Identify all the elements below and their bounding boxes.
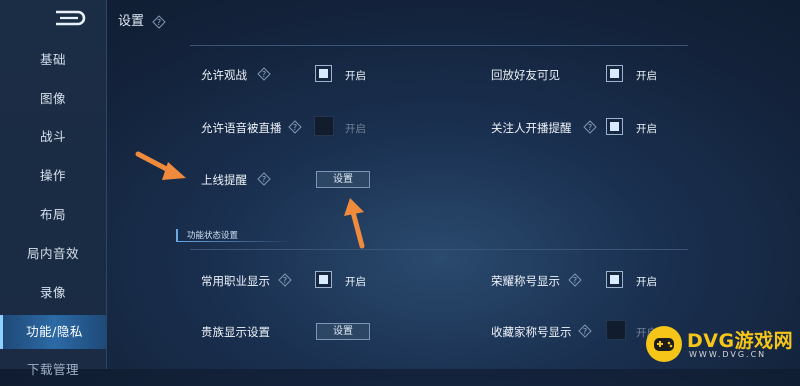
allow-spectate-checkbox[interactable] [315,65,332,82]
common-role-label: 常用职业显示 [201,274,270,288]
help-icon[interactable]: ? [578,324,592,338]
voice-broadcast-checkbox[interactable] [314,116,334,136]
svg-text:?: ? [573,276,577,285]
replay-friends-state: 开启 [636,70,657,82]
section-underline [176,241,294,242]
back-icon[interactable] [52,8,86,28]
sidebar-item-layout[interactable]: 布局 [0,199,106,231]
follow-live-state: 开启 [636,123,657,135]
svg-text:?: ? [262,70,266,79]
gamepad-logo-icon [646,326,682,362]
sidebar-item-basic[interactable]: 基础 [0,44,106,76]
online-reminder-settings-button[interactable]: 设置 [316,171,370,188]
page-title-text: 设置 [118,14,145,29]
svg-text:?: ? [157,18,161,27]
watermark-logo: DVG游戏网 WWW.DVG.CN [645,324,795,364]
help-icon[interactable]: ? [257,67,271,81]
honor-title-checkbox[interactable] [606,271,623,288]
sidebar-item-replay[interactable]: 录像 [0,277,106,309]
help-icon[interactable]: ? [568,273,582,287]
honor-title-label: 荣耀称号显示 [491,274,560,288]
svg-text:?: ? [293,123,297,132]
noble-display-label: 贵族显示设置 [201,325,270,339]
voice-broadcast-state: 开启 [345,123,366,135]
watermark-brand: DVG游戏网 [687,330,794,352]
sidebar: 基础 图像 战斗 操作 布局 局内音效 录像 功能/隐私 下载管理 [0,0,107,377]
sidebar-item-privacy[interactable]: 功能/隐私 [0,315,106,349]
svg-text:?: ? [283,276,287,285]
common-role-state: 开启 [345,276,366,288]
allow-spectate-state: 开启 [345,70,366,82]
voice-broadcast-label: 允许语音被直播 [201,121,282,135]
replay-friends-checkbox[interactable] [606,65,623,82]
allow-spectate-label: 允许观战 [201,68,247,82]
help-icon[interactable]: ? [152,14,166,29]
help-icon[interactable]: ? [583,120,597,134]
divider-section [190,249,688,250]
collector-title-label: 收藏家称号显示 [491,325,572,339]
svg-text:?: ? [588,123,592,132]
sidebar-item-audio[interactable]: 局内音效 [0,238,106,270]
page-title: 设置 ? [118,10,166,29]
help-icon[interactable]: ? [278,273,292,287]
svg-text:?: ? [262,175,266,184]
sidebar-item-downloads[interactable]: 下载管理 [0,354,106,386]
noble-display-settings-button[interactable]: 设置 [316,323,370,340]
sidebar-item-combat[interactable]: 战斗 [0,121,106,153]
sidebar-item-graphics[interactable]: 图像 [0,83,106,115]
divider-top [190,45,688,46]
collector-title-checkbox[interactable] [606,320,626,340]
help-icon[interactable]: ? [257,172,271,186]
sidebar-item-controls[interactable]: 操作 [0,160,106,192]
common-role-checkbox[interactable] [315,271,332,288]
watermark-url: WWW.DVG.CN [689,350,767,359]
honor-title-state: 开启 [636,276,657,288]
annotation-arrow-icon [135,151,186,180]
help-icon[interactable]: ? [288,120,302,134]
follow-live-checkbox[interactable] [606,118,623,135]
online-reminder-label: 上线提醒 [201,173,247,187]
follow-live-label: 关注人开播提醒 [491,121,572,135]
svg-text:?: ? [583,327,587,336]
annotation-arrow-icon [344,198,365,249]
section-title: 功能状态设置 [176,229,238,241]
replay-friends-label: 回放好友可见 [491,68,560,82]
